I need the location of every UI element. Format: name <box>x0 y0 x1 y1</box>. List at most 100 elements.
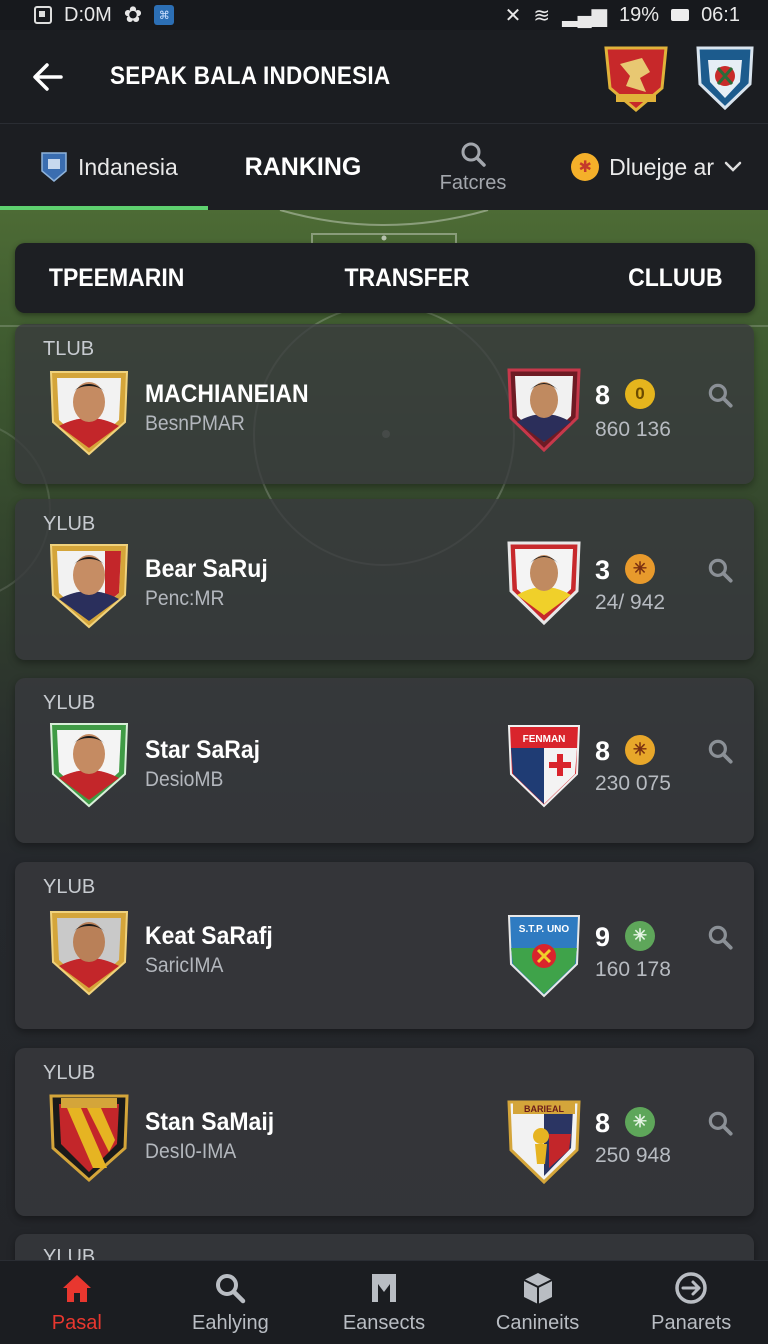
player-sub: DesI0-IMA <box>145 1140 237 1163</box>
points-value: 860 136 <box>595 418 671 441</box>
mute-icon: ✕ <box>504 4 522 27</box>
player-crest-avatar <box>49 723 129 808</box>
home-icon <box>62 1275 91 1302</box>
app-notification-icon: ⌘ <box>154 5 175 25</box>
search-icon <box>216 1274 246 1304</box>
nav-item-box[interactable]: Canineits <box>461 1261 615 1344</box>
rank-number: 3 <box>595 555 611 585</box>
card-label: YLUB <box>43 692 96 714</box>
rank-number: 9 <box>595 922 611 952</box>
segment-left[interactable]: TPEEMARIN <box>49 264 184 293</box>
nav-label-box: Canineits <box>495 1312 580 1334</box>
chevron-down-icon <box>724 161 742 172</box>
search-icon[interactable] <box>705 1108 735 1138</box>
federation-logo-icon[interactable] <box>694 40 756 112</box>
tab-ranking-label: RANKING <box>244 152 362 181</box>
search-icon[interactable] <box>705 922 735 952</box>
club-crest-icon <box>507 541 581 626</box>
player-name: Star SaRaj <box>145 736 261 764</box>
back-button[interactable] <box>18 47 78 107</box>
ranking-card-2[interactable]: YLUB Bear SaRuj Penc:MR 3 ✳ 24/ 942 <box>15 499 754 660</box>
points-value: 160 178 <box>595 958 671 981</box>
player-sub: BesnPMAR <box>145 412 245 435</box>
player-crest-avatar <box>49 544 129 629</box>
card-label: YLUB <box>43 513 96 535</box>
rank-badge-icon: ✳ <box>625 735 655 765</box>
tab-matches[interactable]: Fatcres <box>398 124 548 210</box>
battery-icon <box>671 9 690 21</box>
player-sub: SaricIMA <box>145 954 224 977</box>
league-icon: ✱ <box>571 153 600 181</box>
player-name: Keat SaRafj <box>145 922 273 950</box>
points-value: 24/ 942 <box>595 591 666 614</box>
league-dropdown[interactable]: ✱ Dluejge ar <box>548 124 768 210</box>
arrow-left-icon <box>33 62 63 91</box>
ranking-card-5[interactable]: YLUB Stan SaMaij DesI0-IMA BARIEAL 8 ✳ 2… <box>15 1048 754 1216</box>
player-name: Bear SaRuj <box>145 555 268 583</box>
nav-item-compass[interactable]: Panarets <box>614 1261 768 1344</box>
nav-label-search: Eahlying <box>192 1312 269 1334</box>
search-icon <box>461 142 486 167</box>
tab-matches-label: Fatcres <box>439 171 507 194</box>
rank-badge-icon: ✳ <box>625 921 655 951</box>
points-value: 230 075 <box>595 772 671 795</box>
club-crest-avatar <box>49 1094 129 1183</box>
tab-country-label: Indanesia <box>78 153 178 180</box>
rank-badge-icon: ✳ <box>625 1107 655 1137</box>
player-sub: Penc:MR <box>145 587 225 610</box>
box-icon <box>523 1273 553 1304</box>
ranking-card-4[interactable]: YLUB Keat SaRafj SaricIMA S.T.P. UNO 9 ✳… <box>15 862 754 1029</box>
search-icon[interactable] <box>705 380 735 410</box>
card-label: YLUB <box>43 1062 96 1084</box>
shirt-icon <box>371 1274 396 1302</box>
wifi-icon: ≋ <box>533 4 551 27</box>
ranking-card-1[interactable]: TLUB MACHIANEIAN BesnPMAR 8 0 860 136 <box>15 324 754 484</box>
rank-number: 8 <box>595 1108 611 1138</box>
shield-flag-icon <box>41 152 67 182</box>
search-icon[interactable] <box>705 555 735 585</box>
points-value: 250 948 <box>595 1144 671 1167</box>
card-label: YLUB <box>43 876 96 898</box>
app-bar: SEPAK BALA INDONESIA <box>0 30 768 124</box>
club-crest-text: FENMAN <box>523 734 566 745</box>
club-crest-icon: FENMAN <box>507 725 581 808</box>
nav-label-compass: Panarets <box>651 1312 732 1334</box>
nav-label-home: Pasal <box>51 1312 102 1334</box>
flower-icon: ✿ <box>123 2 143 27</box>
page-title: SEPAK BALA INDONESIA <box>110 62 391 90</box>
segment-club[interactable]: CLLUUB <box>628 264 723 293</box>
player-crest-avatar <box>49 911 129 996</box>
player-name: Stan SaMaij <box>145 1108 275 1136</box>
club-crest-icon <box>507 368 581 453</box>
club-logo-icon[interactable] <box>602 42 670 114</box>
tab-ranking[interactable]: RANKING <box>208 124 398 210</box>
segment-bar: TPEEMARIN TRANSFER CLLUUB <box>15 243 755 313</box>
rank-number: 8 <box>595 736 611 766</box>
rank-number: 8 <box>595 380 611 410</box>
club-crest-icon: S.T.P. UNO <box>507 915 581 998</box>
ranking-card-3[interactable]: YLUB Star SaRaj DesioMB FENMAN 8 ✳ 230 0… <box>15 678 754 843</box>
status-time-right: 06:1 <box>701 3 740 26</box>
nav-item-shirt[interactable]: Eansects <box>307 1261 461 1344</box>
nav-label-shirt: Eansects <box>342 1312 426 1334</box>
club-crest-text: S.T.P. UNO <box>519 924 570 935</box>
segment-transfer[interactable]: TRANSFER <box>345 264 470 293</box>
club-crest-text: BARIEAL <box>524 1104 565 1114</box>
battery-percent: 19% <box>619 3 660 26</box>
card-label: TLUB <box>43 338 95 360</box>
notification-icon <box>34 6 52 24</box>
rank-badge-icon: 0 <box>625 379 655 409</box>
nav-item-home[interactable]: Pasal <box>0 1261 154 1344</box>
status-bar: D:0M ✿ ⌘ ✕ ≋ ▂▄▆ 19% 06:1 <box>0 0 768 30</box>
rank-badge-icon: ✳ <box>625 554 655 584</box>
signal-icon: ▂▄▆ <box>562 4 608 27</box>
compass-icon <box>675 1272 707 1304</box>
search-icon[interactable] <box>705 736 735 766</box>
player-crest-avatar <box>49 371 129 456</box>
tab-country[interactable]: Indanesia <box>0 124 208 210</box>
player-name: MACHIANEIAN <box>145 380 309 408</box>
tab-bar: Indanesia RANKING Fatcres ✱ Dluejge ar <box>0 124 768 210</box>
bottom-navigation: Pasal Eahlying Eansects Canineits Panare… <box>0 1260 768 1344</box>
nav-item-search[interactable]: Eahlying <box>154 1261 308 1344</box>
league-dropdown-label: Dluejge ar <box>609 153 714 180</box>
